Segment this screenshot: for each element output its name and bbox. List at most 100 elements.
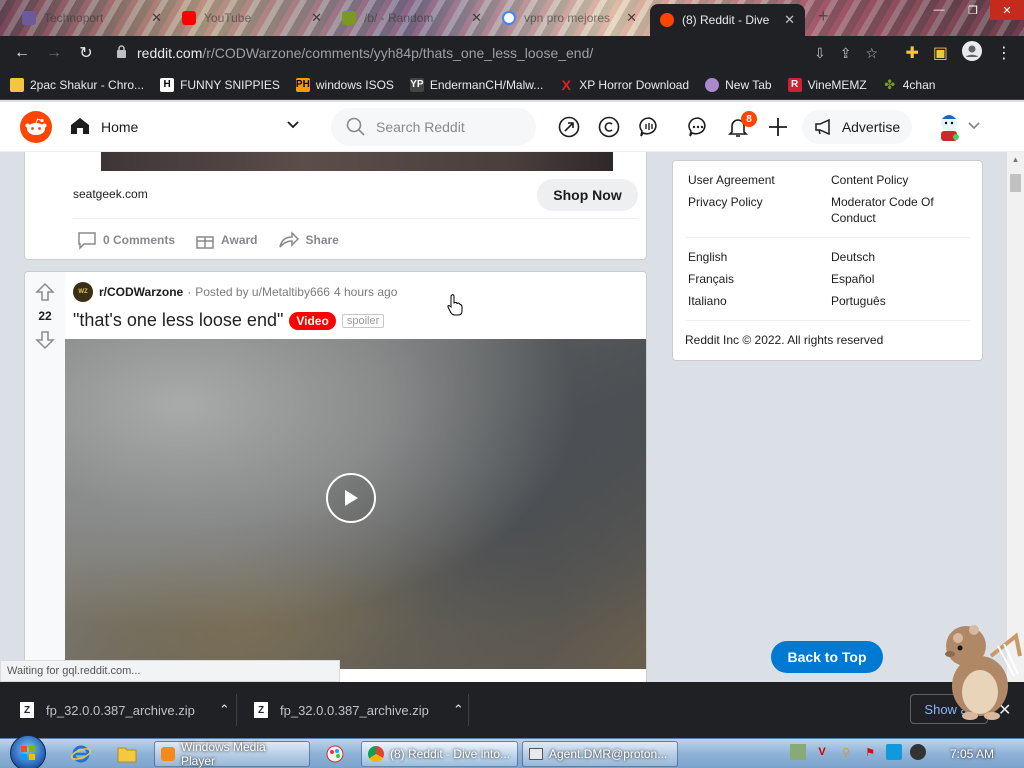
display-icon[interactable] <box>886 744 902 760</box>
bookmark-item[interactable]: X XP Horror Download <box>559 77 690 93</box>
taskbar-email-window[interactable]: Agent.DMR@proton... <box>522 741 678 767</box>
taskbar-windows-media-player[interactable]: Windows Media Player <box>154 740 310 768</box>
language-link-francais[interactable]: Français <box>688 271 734 287</box>
browser-tab-2[interactable]: YouTube ✕ <box>172 4 332 32</box>
award-button[interactable]: Award <box>195 230 258 250</box>
close-icon[interactable]: ✕ <box>311 10 322 26</box>
taskbar-chrome-reddit[interactable]: (8) Reddit - Dive into... <box>361 741 518 767</box>
subreddit-link[interactable]: r/CODWarzone <box>99 285 183 299</box>
search-tray-icon[interactable]: ⚲ <box>838 744 854 760</box>
language-link-italiano[interactable]: Italiano <box>688 293 727 309</box>
search-box[interactable] <box>331 108 536 146</box>
extensions-icon[interactable]: ✚ <box>905 43 918 63</box>
volume-icon[interactable] <box>910 744 926 760</box>
download-item[interactable]: Z fp_32.0.0.387_archive.zip ⌃ <box>20 696 230 724</box>
search-input[interactable] <box>376 119 526 135</box>
chat-icon[interactable] <box>686 115 710 139</box>
advertise-button[interactable]: Advertise <box>802 110 912 144</box>
share-button[interactable]: Share <box>278 230 339 250</box>
back-to-top-button[interactable]: Back to Top <box>771 641 883 673</box>
forward-arrow-icon[interactable]: → <box>38 37 70 69</box>
close-icon[interactable]: ✕ <box>151 10 162 26</box>
language-link-deutsch[interactable]: Deutsch <box>831 249 875 265</box>
file-explorer-icon[interactable] <box>116 744 138 764</box>
scroll-up-arrow-icon[interactable]: ▲ <box>1007 152 1024 166</box>
avatar[interactable] <box>934 111 964 141</box>
back-arrow-icon[interactable]: ← <box>6 37 38 69</box>
bookmark-item[interactable]: 2pac Shakur - Chro... <box>10 77 144 92</box>
bookmark-item[interactable]: PH windows ISOS <box>295 77 394 92</box>
lock-icon[interactable] <box>116 45 127 61</box>
download-item[interactable]: Z fp_32.0.0.387_archive.zip ⌃ <box>254 696 464 724</box>
chevron-down-icon[interactable] <box>287 117 299 132</box>
share-icon[interactable]: ⇪ <box>840 45 852 62</box>
menu-kebab-icon[interactable]: ⋮ <box>996 43 1012 63</box>
bookmark-star-icon[interactable]: ☆ <box>865 45 878 62</box>
language-link-english[interactable]: English <box>688 249 727 265</box>
flag-icon[interactable]: ⚑ <box>862 744 878 760</box>
vivaldi-v-icon[interactable]: V <box>814 744 830 760</box>
profile-icon[interactable] <box>962 40 982 66</box>
user-agreement-link[interactable]: User Agreement <box>688 172 775 188</box>
home-label[interactable]: Home <box>101 119 138 135</box>
window-close-icon[interactable]: ✕ <box>990 0 1024 20</box>
chevron-up-icon[interactable]: ⌃ <box>453 702 464 718</box>
upvote-arrow-icon[interactable] <box>35 282 55 302</box>
reddit-logo-icon[interactable] <box>20 111 52 143</box>
video-player[interactable] <box>65 339 646 669</box>
user-menu-chevron-icon[interactable] <box>968 118 980 133</box>
close-icon[interactable]: ✕ <box>626 10 637 26</box>
bookmark-item[interactable]: ✤ 4chan <box>883 77 935 92</box>
page-scrollbar[interactable]: ▲ <box>1007 152 1024 682</box>
browser-tab-1[interactable]: Technoport ✕ <box>12 4 172 32</box>
coins-icon[interactable] <box>597 115 621 139</box>
internet-explorer-icon[interactable] <box>70 744 92 764</box>
sidebar-icon[interactable]: ▣ <box>933 43 948 63</box>
popular-icon[interactable] <box>557 115 581 139</box>
ad-domain-link[interactable]: seatgeek.com <box>73 187 148 201</box>
install-icon[interactable]: ⇩ <box>814 45 826 62</box>
minimize-icon[interactable]: — <box>922 0 956 20</box>
post-title[interactable]: "that's one less loose end" <box>73 310 283 331</box>
bookmark-item[interactable]: R VineMEMZ <box>787 77 867 92</box>
scroll-thumb[interactable] <box>1010 174 1021 192</box>
tray-app-icon[interactable] <box>790 744 806 760</box>
create-post-plus-icon[interactable] <box>766 115 790 139</box>
downvote-arrow-icon[interactable] <box>35 330 55 350</box>
comments-label: 0 Comments <box>103 233 176 247</box>
new-tab-icon[interactable]: + <box>818 6 829 27</box>
language-link-portugues[interactable]: Português <box>831 293 886 309</box>
moderator-code-link[interactable]: Moderator Code Of Conduct <box>831 194 961 226</box>
ad-image[interactable] <box>101 152 613 171</box>
subreddit-icon[interactable]: WZ <box>73 282 93 302</box>
reload-icon[interactable]: ↻ <box>70 37 102 69</box>
content-policy-link[interactable]: Content Policy <box>831 172 908 188</box>
paint-icon[interactable] <box>324 744 346 764</box>
window-controls: — ❐ ✕ <box>922 0 1024 20</box>
bookmark-item[interactable]: New Tab <box>705 77 772 92</box>
maximize-icon[interactable]: ❐ <box>956 0 990 20</box>
browser-tab-3[interactable]: /b/ - Random ✕ <box>332 4 492 32</box>
shop-now-button[interactable]: Shop Now <box>537 179 638 211</box>
close-icon[interactable]: ✕ <box>471 10 482 26</box>
talk-icon[interactable] <box>637 115 661 139</box>
comments-button[interactable]: 0 Comments <box>77 230 175 250</box>
close-icon[interactable]: ✕ <box>784 12 795 28</box>
post-card[interactable]: 22 WZ r/CODWarzone · Posted by u/Metalti… <box>24 271 647 691</box>
taskbar-clock[interactable]: 7:05 AM <box>950 747 994 761</box>
home-icon[interactable] <box>70 117 90 135</box>
browser-tab-active[interactable]: (8) Reddit - Dive ✕ <box>650 4 805 36</box>
play-icon[interactable] <box>326 473 376 523</box>
chevron-up-icon[interactable]: ⌃ <box>219 702 230 718</box>
windows-taskbar: Windows Media Player (8) Reddit - Dive i… <box>0 735 1024 768</box>
bookmark-item[interactable]: H FUNNY SNIPPIES <box>160 77 280 92</box>
address-bar[interactable]: reddit.com/r/CODWarzone/comments/yyh84p/… <box>104 40 888 66</box>
yp-icon: YP <box>409 77 424 92</box>
windows-start-orb-icon[interactable] <box>10 735 46 768</box>
privacy-policy-link[interactable]: Privacy Policy <box>688 194 763 210</box>
language-link-espanol[interactable]: Español <box>831 271 874 287</box>
author-link[interactable]: Posted by u/Metaltiby666 <box>195 285 330 299</box>
video-flair-badge[interactable]: Video <box>289 311 336 330</box>
bookmark-item[interactable]: YP EndermanCH/Malw... <box>409 77 543 92</box>
browser-tab-4[interactable]: vpn pro mejores ✕ <box>492 4 647 32</box>
